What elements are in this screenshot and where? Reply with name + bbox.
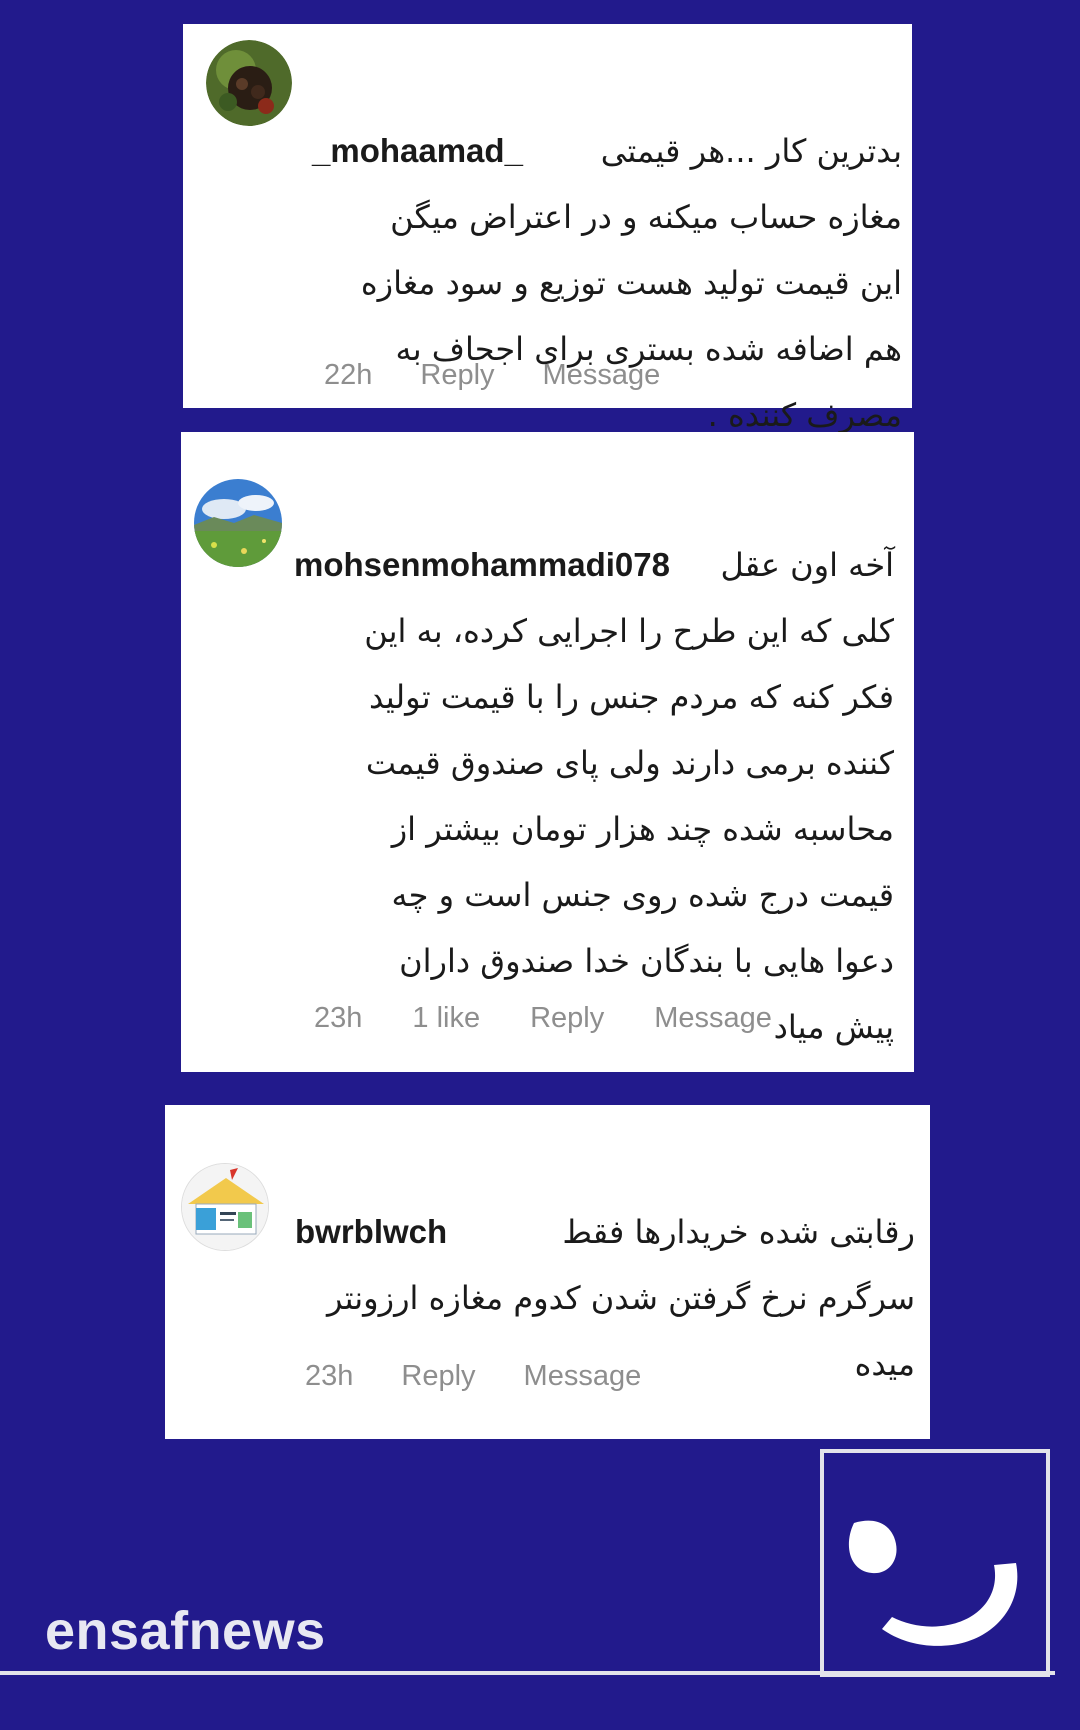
profile-photo-landscape-icon [194, 479, 282, 567]
username[interactable]: bwrblwch [295, 1199, 447, 1265]
comment-card: bwrblwch رقابتی شده خریدارها فقط سرگرم نر… [165, 1105, 930, 1439]
timestamp: 23h [314, 1002, 363, 1034]
comment-text: mohsenmohammadi078 آخه اون عقل کلی که این… [294, 466, 894, 1060]
timestamp: 22h [324, 359, 373, 391]
comment-actions: 23h Reply Message [305, 1360, 641, 1393]
comment-actions: 22h Reply Message [324, 359, 660, 392]
comment-text: bwrblwch رقابتی شده خریدارها فقط سرگرم نر… [295, 1133, 915, 1397]
avatar[interactable] [206, 40, 292, 126]
comment-message: آخه اون عقل کلی که این طرح را اجرایی کرد… [364, 546, 894, 1046]
reply-button[interactable]: Reply [401, 1360, 475, 1393]
avatar[interactable] [194, 479, 282, 567]
likes-count[interactable]: 1 like [412, 1002, 480, 1035]
brand-watermark: ensafnews [45, 1601, 326, 1661]
username[interactable]: _mohaamad_ [312, 118, 523, 184]
timestamp: 23h [305, 1360, 354, 1392]
avatar[interactable] [181, 1163, 269, 1251]
reply-button[interactable]: Reply [420, 359, 494, 392]
comment-card: _mohaamad_ بدترین کار ...هر قیمتی مغازه ح… [183, 24, 912, 434]
profile-photo-fruit-icon [206, 40, 292, 126]
username[interactable]: mohsenmohammadi078 [294, 532, 670, 598]
profile-photo-logo-icon [182, 1164, 268, 1250]
message-button[interactable]: Message [524, 1360, 642, 1393]
message-button[interactable]: Message [543, 359, 661, 392]
comment-card: mohsenmohammadi078 آخه اون عقل کلی که این… [181, 432, 914, 1072]
comment-actions: 23h 1 like Reply Message [314, 1002, 772, 1035]
reply-button[interactable]: Reply [530, 1002, 604, 1035]
message-button[interactable]: Message [654, 1002, 772, 1035]
ensaf-logo-icon [820, 1449, 1050, 1677]
